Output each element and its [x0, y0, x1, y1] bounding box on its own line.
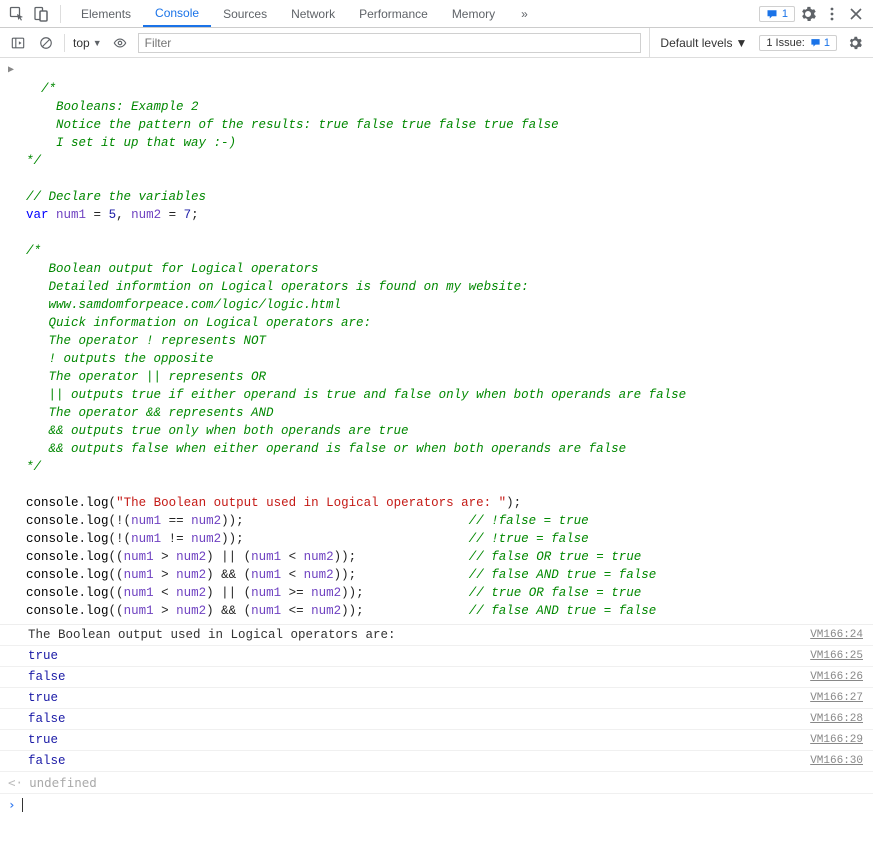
tab-elements[interactable]: Elements	[69, 0, 143, 27]
message-icon	[766, 8, 778, 20]
source-link[interactable]: VM166:25	[810, 650, 863, 662]
return-arrow-icon: <·	[8, 775, 23, 790]
clear-console-icon[interactable]	[36, 33, 56, 53]
expand-arrow-icon[interactable]: ▶	[8, 62, 14, 80]
console-prompt[interactable]: ›	[0, 794, 873, 815]
more-icon[interactable]	[821, 3, 843, 25]
levels-label: Default levels	[660, 36, 732, 50]
live-expression-icon[interactable]	[110, 33, 130, 53]
sidebar-toggle-icon[interactable]	[8, 33, 28, 53]
prompt-arrow-icon: ›	[8, 797, 16, 812]
message-icon	[810, 37, 821, 48]
source-link[interactable]: VM166:27	[810, 692, 863, 704]
output-value: false	[28, 712, 66, 726]
console-output-row: false VM166:30	[0, 751, 873, 772]
source-link[interactable]: VM166:28	[810, 713, 863, 725]
issues-label: 1 Issue:	[766, 37, 805, 49]
messages-badge[interactable]: 1	[759, 6, 795, 22]
tab-console[interactable]: Console	[143, 0, 211, 27]
console-settings-icon[interactable]	[845, 33, 865, 53]
output-value: true	[28, 649, 58, 663]
issues-chip[interactable]: 1 Issue: 1	[759, 35, 837, 51]
source-link[interactable]: VM166:30	[810, 755, 863, 767]
console-input-echo: ▶/* Booleans: Example 2 Notice the patte…	[0, 58, 873, 625]
inspect-icon[interactable]	[6, 3, 28, 25]
return-value: undefined	[29, 775, 97, 790]
issues-count: 1	[824, 37, 830, 49]
devtools-tabs-bar: ElementsConsoleSourcesNetworkPerformance…	[0, 0, 873, 28]
tab-strip: ElementsConsoleSourcesNetworkPerformance…	[69, 0, 507, 27]
context-selector[interactable]: top ▼	[73, 36, 102, 50]
source-link[interactable]: VM166:29	[810, 734, 863, 746]
device-toggle-icon[interactable]	[30, 3, 52, 25]
chevron-down-icon: ▼	[93, 38, 102, 48]
divider	[60, 5, 61, 23]
tab-memory[interactable]: Memory	[440, 0, 507, 27]
console-output-row: false VM166:26	[0, 667, 873, 688]
output-value: false	[28, 754, 66, 768]
console-output: The Boolean output used in Logical opera…	[0, 625, 873, 772]
console-output-row: The Boolean output used in Logical opera…	[0, 625, 873, 646]
console-return-row: <· undefined	[0, 772, 873, 794]
console-output-row: true VM166:29	[0, 730, 873, 751]
tab-network[interactable]: Network	[279, 0, 347, 27]
console-toolbar: top ▼ Default levels ▼ 1 Issue: 1	[0, 28, 873, 58]
settings-icon[interactable]	[797, 3, 819, 25]
messages-count: 1	[782, 8, 788, 20]
tab-performance[interactable]: Performance	[347, 0, 440, 27]
context-label: top	[73, 36, 90, 50]
output-value: true	[28, 691, 58, 705]
console-output-row: true VM166:25	[0, 646, 873, 667]
source-link[interactable]: VM166:26	[810, 671, 863, 683]
chevron-down-icon: ▼	[735, 36, 747, 50]
filter-input[interactable]	[138, 33, 642, 53]
close-icon[interactable]	[845, 3, 867, 25]
output-value: true	[28, 733, 58, 747]
console-output-row: false VM166:28	[0, 709, 873, 730]
output-value: The Boolean output used in Logical opera…	[28, 628, 396, 642]
log-levels-selector[interactable]: Default levels ▼	[649, 28, 747, 57]
output-value: false	[28, 670, 66, 684]
console-output-row: true VM166:27	[0, 688, 873, 709]
text-cursor	[22, 798, 23, 812]
tabs-overflow[interactable]: »	[509, 7, 540, 21]
source-link[interactable]: VM166:24	[810, 629, 863, 641]
divider	[64, 34, 65, 52]
tab-sources[interactable]: Sources	[211, 0, 279, 27]
